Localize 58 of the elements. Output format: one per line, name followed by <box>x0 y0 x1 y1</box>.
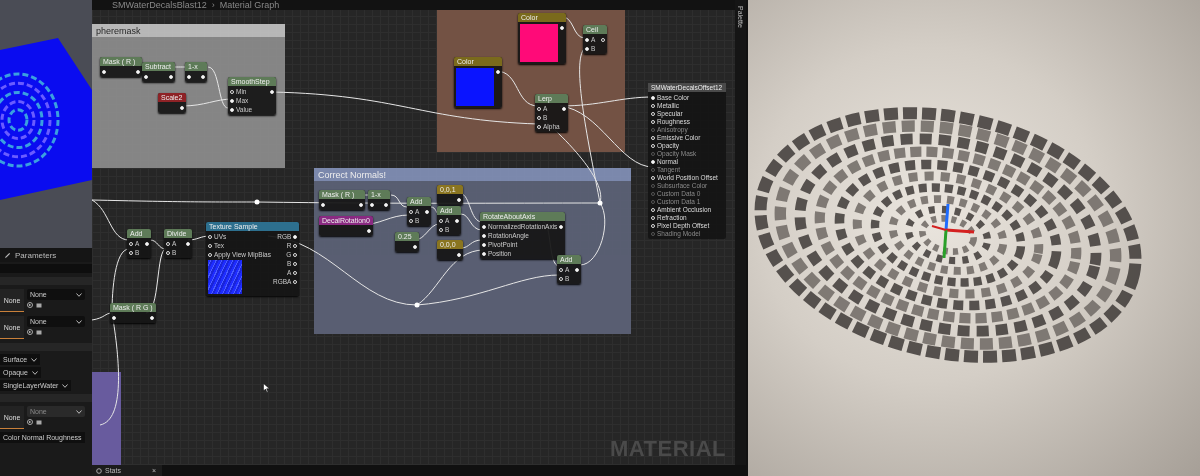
pin-icon[interactable] <box>560 25 564 30</box>
pin-icon[interactable] <box>585 37 589 42</box>
pin-icon[interactable] <box>112 315 116 320</box>
pin-icon[interactable] <box>482 224 486 229</box>
pin-icon[interactable] <box>136 69 140 74</box>
pin-icon[interactable] <box>366 228 371 233</box>
arrow-icon[interactable] <box>27 329 33 335</box>
breadcrumb-separator: › <box>211 0 215 10</box>
pin-icon[interactable] <box>561 106 566 111</box>
reroute-icon[interactable] <box>254 199 260 205</box>
reroute-icon[interactable] <box>414 302 420 308</box>
pin-icon[interactable] <box>144 74 148 79</box>
pin-icon[interactable] <box>585 46 589 51</box>
stats-icon <box>96 467 102 474</box>
pin-icon[interactable] <box>457 197 461 202</box>
pin-icon[interactable] <box>425 209 429 214</box>
pin-icon[interactable] <box>201 74 205 79</box>
reroute-icon[interactable] <box>597 200 603 206</box>
pin-icon[interactable] <box>180 105 184 110</box>
pin-icon[interactable] <box>370 202 374 207</box>
pin-icon[interactable] <box>359 202 363 207</box>
pin-icon[interactable] <box>321 202 325 207</box>
pin-icon[interactable] <box>482 233 486 238</box>
arrow-icon[interactable] <box>27 302 33 308</box>
graph-name[interactable]: Material Graph <box>219 0 280 10</box>
chevron-down-icon <box>76 292 82 297</box>
chevron-down-icon <box>62 383 69 388</box>
pin-icon[interactable] <box>169 74 173 79</box>
chevron-down-icon <box>31 357 38 362</box>
pin-icon[interactable] <box>102 69 106 74</box>
pin-icon[interactable] <box>187 74 191 79</box>
pin-icon[interactable] <box>230 107 234 112</box>
texture-preview <box>208 260 242 294</box>
pin-icon[interactable] <box>149 315 154 320</box>
chevron-down-icon <box>31 370 38 375</box>
pin-icon[interactable] <box>455 218 459 223</box>
pin-icon[interactable] <box>293 234 298 239</box>
pin-icon[interactable] <box>482 251 486 256</box>
asset-name[interactable]: SMWaterDecalsBlast12 <box>112 0 207 10</box>
pin-icon[interactable] <box>230 98 234 103</box>
pin-icon[interactable] <box>145 241 149 246</box>
folder-icon[interactable] <box>36 419 42 425</box>
folder-icon[interactable] <box>36 329 42 335</box>
pin-icon[interactable] <box>457 252 461 257</box>
chevron-down-icon <box>76 409 82 414</box>
pin-icon[interactable] <box>413 244 417 249</box>
pin-icon[interactable] <box>496 69 500 74</box>
cursor-icon <box>263 383 270 393</box>
pin-icon[interactable] <box>384 202 388 207</box>
pin-icon[interactable] <box>482 242 486 247</box>
pin-icon[interactable] <box>559 224 564 229</box>
folder-icon[interactable] <box>36 302 42 308</box>
pencil-icon <box>4 251 11 259</box>
pin-icon[interactable] <box>186 241 190 246</box>
pin-icon[interactable] <box>270 89 274 94</box>
arrow-icon[interactable] <box>27 419 33 425</box>
pin-icon[interactable] <box>575 267 579 272</box>
chevron-down-icon <box>76 319 82 324</box>
